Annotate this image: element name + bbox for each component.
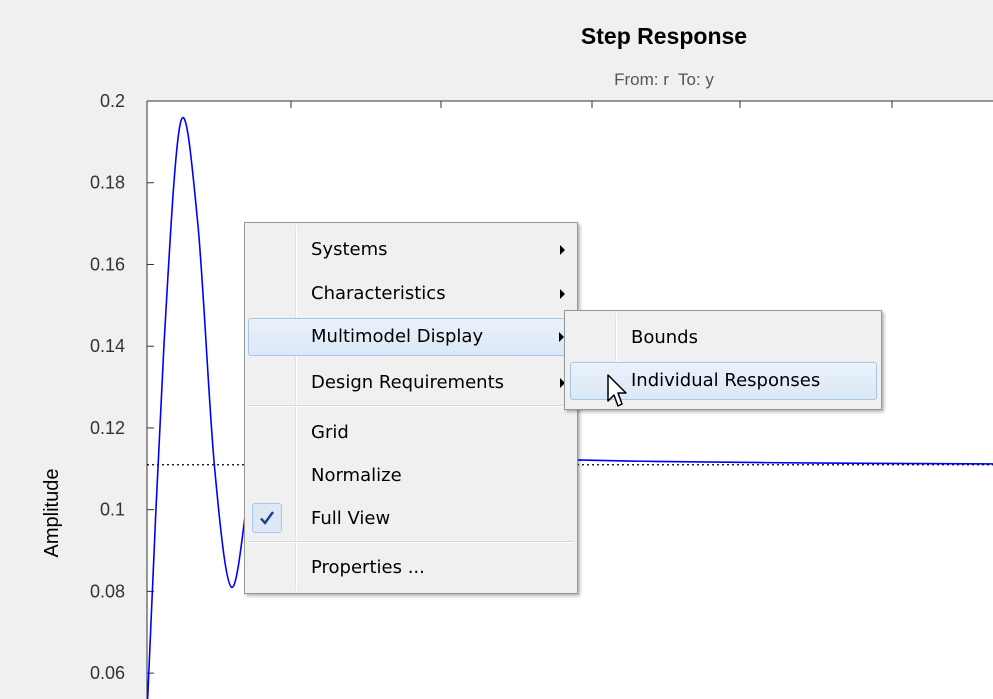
y-tick-label: 0.14 [90,336,125,356]
menu-item-full-view-label: Full View [311,508,391,529]
menu-item-design-requirements-label: Design Requirements [311,372,505,393]
chart-subtitle: From: r To: y [614,70,714,89]
menu-item-systems[interactable]: Systems [248,231,574,269]
menu-item-grid-label: Grid [311,422,349,443]
y-tick-label: 0.2 [100,91,125,111]
menu-item-grid[interactable]: Grid [248,414,574,452]
submenu-arrow-icon [560,289,565,299]
menu-item-design-requirements[interactable]: Design Requirements [248,364,574,402]
menu-item-multimodel-display[interactable]: Multimodel Display [248,318,574,356]
chart-title: Step Response [581,23,747,49]
y-tick-label: 0.06 [90,663,125,683]
submenu-item-bounds-label: Bounds [631,327,698,348]
menu-item-normalize[interactable]: Normalize [248,457,574,495]
y-tick-label: 0.12 [90,418,125,438]
menu-item-properties[interactable]: Properties ... [248,549,574,587]
y-axis-ticks: 0.06 0.08 0.1 0.12 0.14 0.16 0.18 0.2 [90,91,154,683]
menu-separator [248,405,574,407]
menu-item-characteristics[interactable]: Characteristics [248,275,574,313]
checkmark-box [252,503,282,533]
submenu-item-bounds[interactable]: Bounds [568,319,878,357]
menu-separator [248,541,574,543]
y-tick-label: 0.1 [100,500,125,520]
menu-item-multimodel-display-label: Multimodel Display [311,326,484,347]
menu-item-properties-label: Properties ... [311,557,425,578]
menu-item-normalize-label: Normalize [311,465,402,486]
submenu-item-individual-responses-label: Individual Responses [631,370,821,391]
checkmark-icon [260,511,274,525]
menu-item-systems-label: Systems [311,239,388,260]
submenu-arrow-icon [560,245,565,255]
menu-item-characteristics-label: Characteristics [311,283,446,304]
mouse-cursor-icon [607,374,627,407]
plot-context-menu: Systems Characteristics Multimodel Displ… [244,222,578,594]
menu-item-full-view[interactable]: Full View [248,500,574,538]
y-axis-label: Amplitude [41,469,63,558]
y-tick-label: 0.08 [90,581,125,601]
y-tick-label: 0.16 [90,254,125,274]
y-tick-label: 0.18 [90,173,125,193]
step-response-window: 0.06 0.08 0.1 0.12 0.14 0.16 0.18 0.2 Step Resp… [0,0,993,699]
